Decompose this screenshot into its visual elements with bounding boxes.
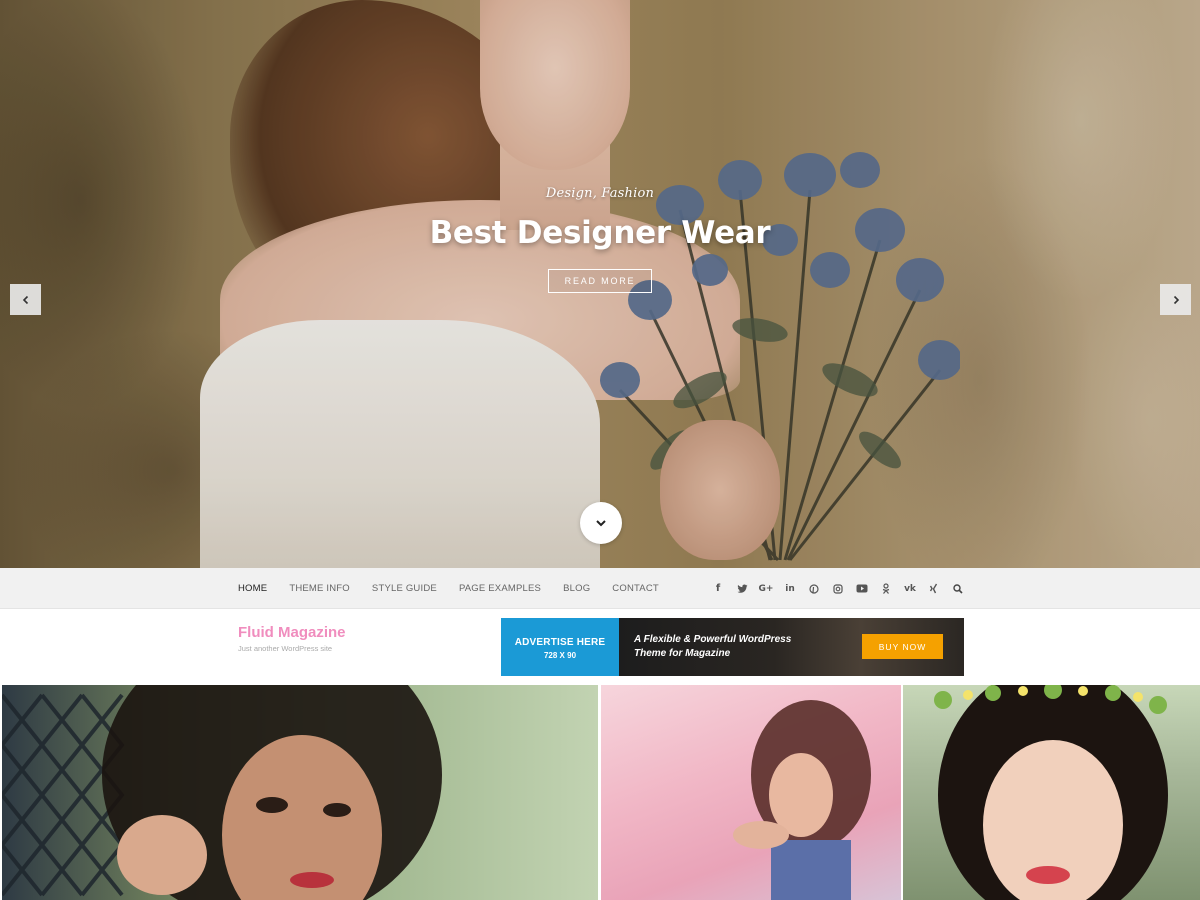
nav-item-home[interactable]: HOME	[238, 583, 267, 594]
nav-item-contact[interactable]: CONTACT	[612, 583, 659, 594]
facebook-icon[interactable]: f	[706, 583, 730, 594]
ad-size: 728 X 90	[543, 651, 577, 660]
nav-item-style-guide[interactable]: STYLE GUIDE	[372, 583, 437, 594]
buy-now-button[interactable]: BUY NOW	[862, 634, 943, 659]
ad-text-line-2: Theme for Magazine	[634, 648, 731, 659]
ad-headline: ADVERTISE HERE	[514, 637, 606, 648]
main-navigation: HOME THEME INFO STYLE GUIDE PAGE EXAMPLE…	[0, 568, 1200, 609]
linkedin-icon[interactable]: in	[778, 584, 802, 594]
nav-item-blog[interactable]: BLOG	[563, 583, 590, 594]
site-description: Just another WordPress site	[238, 644, 333, 653]
primary-menu: HOME THEME INFO STYLE GUIDE PAGE EXAMPLE…	[238, 568, 681, 609]
featured-post-image-1[interactable]	[2, 685, 598, 900]
hero-categories[interactable]: Design, Fashion	[0, 186, 1200, 201]
chevron-down-icon	[596, 520, 606, 527]
slider-next-button[interactable]	[1160, 284, 1191, 315]
xing-icon[interactable]	[922, 583, 946, 594]
ad-text-line-1: A Flexible & Powerful WordPress	[634, 634, 792, 645]
featured-post-image-2[interactable]	[601, 685, 901, 900]
odnoklassniki-icon[interactable]	[874, 583, 898, 594]
nav-item-page-examples[interactable]: PAGE EXAMPLES	[459, 583, 541, 594]
instagram-icon[interactable]	[826, 583, 850, 594]
ad-label-box: ADVERTISE HERE 728 X 90	[501, 618, 619, 676]
ad-promo: A Flexible & Powerful WordPress Theme fo…	[619, 618, 964, 676]
chevron-right-icon	[1173, 295, 1179, 304]
advertisement-banner[interactable]: ADVERTISE HERE 728 X 90 A Flexible & Pow…	[501, 618, 964, 676]
hero-title[interactable]: Best Designer Wear	[0, 215, 1200, 251]
pinterest-icon[interactable]	[802, 583, 826, 594]
fence-portrait-image	[2, 685, 442, 900]
read-more-button[interactable]: READ MORE	[547, 269, 653, 293]
hero-slider: Design, Fashion Best Designer Wear READ …	[0, 0, 1200, 568]
scroll-down-button[interactable]	[580, 502, 622, 544]
social-links: f G+ in vk	[706, 568, 970, 609]
site-header: Fluid Magazine Just another WordPress si…	[0, 609, 1200, 685]
featured-post-image-3[interactable]	[903, 685, 1200, 900]
youtube-icon[interactable]	[850, 584, 874, 593]
nav-item-theme-info[interactable]: THEME INFO	[289, 583, 350, 594]
flower-crown-portrait-image	[934, 685, 1168, 900]
vk-icon[interactable]: vk	[898, 584, 922, 594]
google-plus-icon[interactable]: G+	[754, 584, 778, 594]
search-icon[interactable]	[946, 583, 970, 594]
twitter-icon[interactable]	[730, 584, 754, 594]
chevron-left-icon	[22, 295, 28, 304]
ad-text: A Flexible & Powerful WordPress Theme fo…	[634, 633, 791, 661]
hero-caption: Design, Fashion Best Designer Wear READ …	[0, 186, 1200, 293]
slider-prev-button[interactable]	[10, 284, 41, 315]
site-title[interactable]: Fluid Magazine	[238, 624, 346, 641]
pink-portrait-image	[733, 700, 871, 900]
